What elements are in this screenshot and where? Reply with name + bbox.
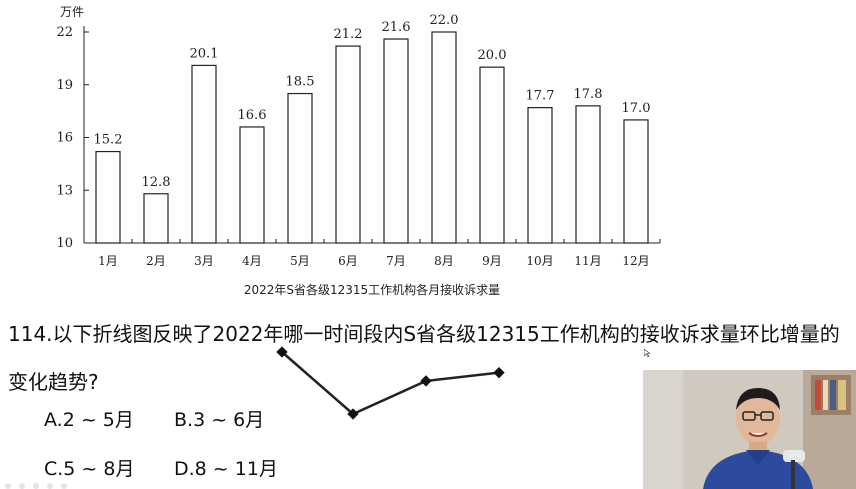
page-indicator-dots bbox=[5, 483, 67, 489]
bar bbox=[287, 92, 313, 244]
chart-title: 2022年S省各级12315工作机构各月接收诉求量 bbox=[244, 282, 500, 297]
bar bbox=[479, 66, 505, 244]
bar bbox=[623, 119, 649, 244]
x-category-label: 9月 bbox=[482, 254, 502, 268]
x-category-label: 3月 bbox=[194, 254, 214, 268]
bar bbox=[143, 193, 169, 244]
bar-value-label: 20.0 bbox=[478, 48, 507, 63]
x-category-label: 10月 bbox=[526, 254, 553, 268]
y-tick-label: 22 bbox=[56, 25, 73, 40]
bar bbox=[575, 105, 601, 244]
y-tick-label: 13 bbox=[56, 183, 73, 198]
bar-value-label: 16.6 bbox=[238, 108, 267, 123]
bar bbox=[431, 31, 457, 244]
mouse-cursor-icon bbox=[644, 349, 650, 357]
bar-value-label: 21.2 bbox=[334, 27, 363, 42]
bar-value-label: 17.0 bbox=[622, 101, 651, 116]
presenter-video bbox=[643, 370, 856, 489]
option-c[interactable]: C.5 ~ 8月 bbox=[44, 454, 134, 481]
bar-value-label: 22.0 bbox=[430, 13, 459, 28]
bar bbox=[191, 64, 217, 244]
bar bbox=[95, 150, 121, 244]
x-category-label: 7月 bbox=[386, 254, 406, 268]
option-b[interactable]: B.3 ~ 6月 bbox=[174, 405, 264, 432]
presenter-image bbox=[643, 370, 856, 489]
y-unit-label: 万件 bbox=[60, 5, 84, 19]
mini-line-series bbox=[281, 351, 500, 416]
x-category-label: 6月 bbox=[338, 254, 358, 268]
bar-value-label: 21.6 bbox=[382, 20, 411, 35]
mini-line-point bbox=[493, 367, 505, 379]
bar-value-label: 15.2 bbox=[94, 133, 123, 148]
bar bbox=[239, 126, 265, 244]
x-category-label: 8月 bbox=[434, 254, 454, 268]
x-category-label: 4月 bbox=[242, 254, 262, 268]
bar-value-label: 17.8 bbox=[574, 87, 603, 102]
x-category-label: 12月 bbox=[622, 254, 649, 268]
bar-value-label: 20.1 bbox=[190, 46, 219, 61]
bars-group: 15.2 1月 12.8 2月 20.1 3月 16.6 4月 18.5 5月 21.2 6月 21.6… bbox=[94, 13, 651, 268]
mini-line-point bbox=[420, 375, 432, 387]
bar-chart: 万件 10 13 16 19 22 15.2 1月 12.8 2月 20.1 3月 16.6 4月 18… bbox=[56, 5, 661, 297]
x-category-label: 11月 bbox=[574, 254, 601, 268]
y-tick-label: 19 bbox=[56, 78, 73, 93]
mini-line-chart bbox=[276, 346, 505, 420]
bar-value-label: 18.5 bbox=[286, 75, 315, 90]
option-d[interactable]: D.8 ~ 11月 bbox=[174, 454, 278, 481]
bar bbox=[335, 45, 361, 244]
option-a[interactable]: A.2 ~ 5月 bbox=[44, 405, 134, 432]
bar bbox=[527, 107, 553, 244]
y-tick-label: 10 bbox=[56, 236, 73, 251]
y-tick-label: 16 bbox=[56, 131, 73, 146]
x-category-label: 5月 bbox=[290, 254, 310, 268]
bar-value-label: 12.8 bbox=[142, 175, 171, 190]
bar-value-label: 17.7 bbox=[526, 89, 555, 104]
x-category-label: 1月 bbox=[98, 254, 118, 268]
bar bbox=[383, 38, 409, 244]
x-category-label: 2月 bbox=[146, 254, 166, 268]
